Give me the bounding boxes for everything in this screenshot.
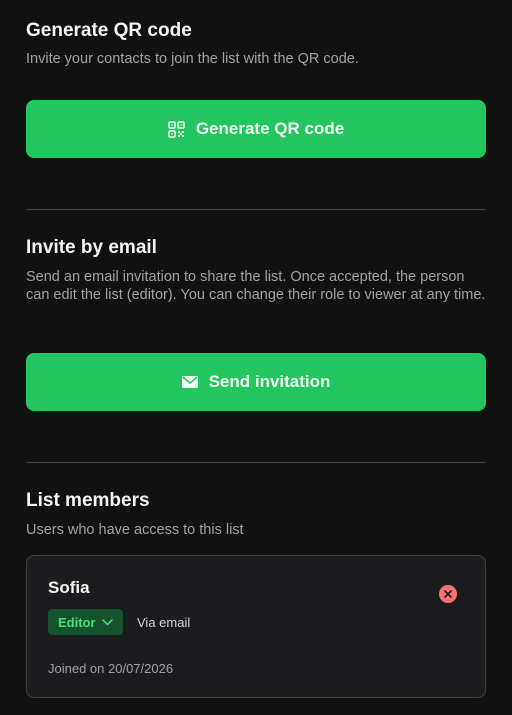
qr-code-icon — [168, 120, 185, 138]
send-invitation-button[interactable]: Send invitation — [26, 353, 486, 411]
member-joined-date: Joined on 20/07/2026 — [48, 661, 174, 676]
qr-section-title: Generate QR code — [26, 20, 192, 41]
role-dropdown-label: Editor — [58, 614, 96, 630]
email-section-description: Send an email invitation to share the li… — [26, 269, 486, 303]
members-section-description: Users who have access to this list — [26, 522, 244, 538]
remove-member-button[interactable] — [439, 585, 457, 603]
member-name: Sofia — [48, 578, 90, 597]
send-invitation-button-label: Send invitation — [208, 372, 331, 391]
member-invite-method: Via email — [137, 615, 191, 630]
member-card: Sofia Editor Via email Joined on 20/07/2… — [26, 555, 486, 698]
email-section-title: Invite by email — [26, 237, 157, 258]
generate-qr-button-label: Generate QR code — [195, 119, 345, 138]
section-divider — [26, 462, 486, 463]
qr-section-description: Invite your contacts to join the list wi… — [26, 51, 359, 67]
chevron-down-icon — [101, 618, 113, 626]
section-divider — [26, 209, 486, 210]
close-circle-icon — [444, 590, 452, 598]
generate-qr-button[interactable]: Generate QR code — [26, 100, 486, 158]
members-section-title: List members — [26, 490, 150, 511]
envelope-icon — [181, 376, 198, 388]
role-dropdown[interactable]: Editor — [48, 609, 123, 635]
